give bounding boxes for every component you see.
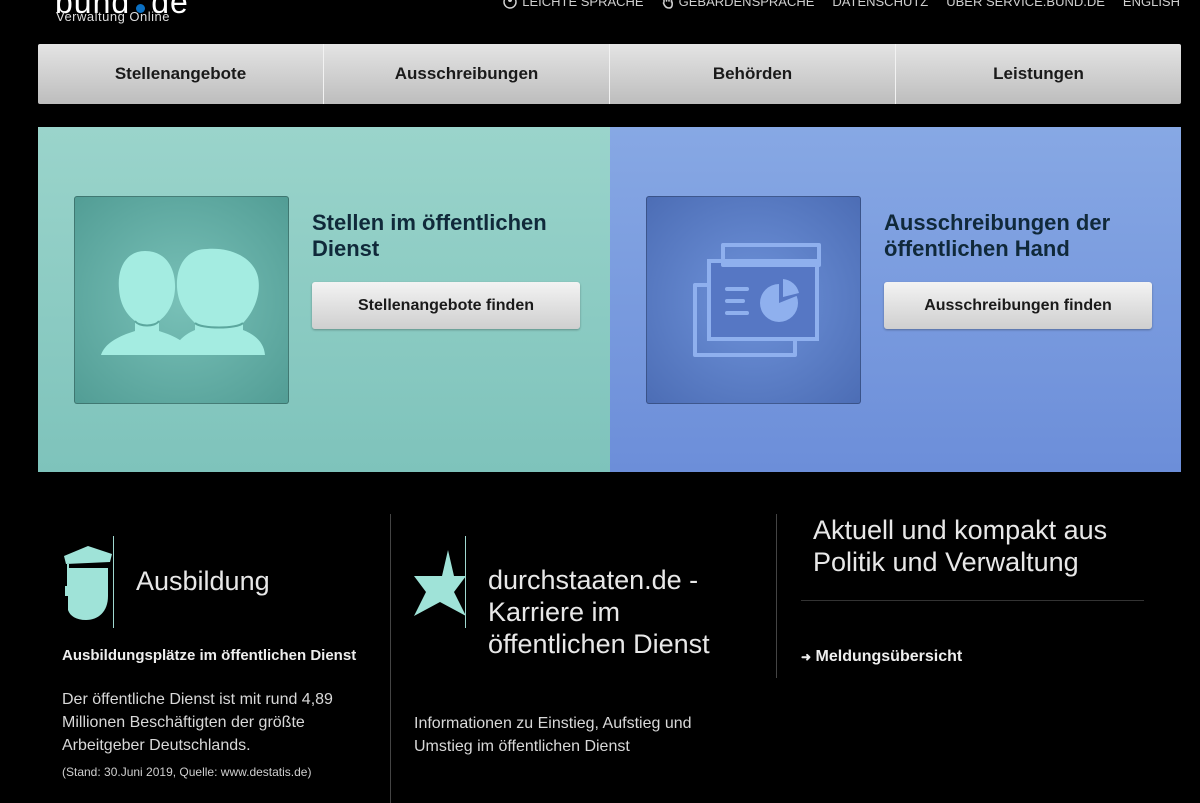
durchstaaten-title: durchstaaten.de - Karriere im öffentlich… bbox=[488, 565, 710, 659]
ausschreibungen-tile[interactable] bbox=[646, 196, 861, 404]
nav-leichte-sprache-label: LEICHTE SPRACHE bbox=[522, 0, 644, 9]
nav-ueber-service[interactable]: ÜBER SERVICE.BUND.DE bbox=[946, 0, 1105, 9]
logo-subtitle: Verwaltung Online bbox=[56, 9, 171, 24]
people-icon bbox=[101, 248, 265, 355]
tab-ausschreibungen[interactable]: Ausschreibungen bbox=[324, 44, 610, 104]
ausbildung-teaser[interactable]: Ausbildung Ausbildungsplätze im öffentli… bbox=[62, 514, 382, 794]
presentation-icon bbox=[693, 243, 821, 357]
ausbildung-accent-line bbox=[113, 536, 114, 628]
ausbildung-text: Der öffentliche Dienst ist mit rund 4,89… bbox=[62, 691, 333, 754]
nav-gebaerdensprache-label: GEBÄRDENSPRACHE bbox=[678, 0, 815, 9]
hero-ausschreibungen: Ausschreibungen der öffentlichen Hand Au… bbox=[610, 127, 1181, 472]
nav-english[interactable]: ENGLISH bbox=[1123, 0, 1180, 9]
nav-datenschutz[interactable]: DATENSCHUTZ bbox=[832, 0, 928, 9]
star-icon bbox=[414, 550, 466, 616]
stellenangebote-finden-button[interactable]: Stellenangebote finden bbox=[312, 282, 580, 329]
ausschreibungen-finden-button[interactable]: Ausschreibungen finden bbox=[884, 282, 1152, 329]
stellen-tile[interactable] bbox=[74, 196, 289, 404]
leichte-sprache-icon bbox=[503, 0, 517, 9]
hero-stellen: Stellen im öffentlichen Dienst Stellenan… bbox=[38, 127, 610, 472]
site-logo[interactable]: bund de Verwaltung Online bbox=[55, 0, 189, 23]
arrow-right-icon: ➜ bbox=[801, 650, 812, 664]
graduate-icon bbox=[64, 546, 112, 620]
hero-ausschreibungen-title: Ausschreibungen der öffentlichen Hand bbox=[884, 210, 1111, 261]
aktuell-teaser: Aktuell und kompakt aus Politik und Verw… bbox=[801, 514, 1161, 714]
durchstaaten-teaser[interactable]: durchstaaten.de - Karriere im öffentlich… bbox=[414, 514, 734, 794]
ausbildung-subtitle: Ausbildungsplätze im öffentlichen Dienst bbox=[62, 647, 357, 664]
hero-stellen-title: Stellen im öffentlichen Dienst bbox=[312, 210, 547, 261]
aktuell-title: Aktuell und kompakt aus Politik und Verw… bbox=[813, 515, 1108, 577]
service-nav: LEICHTE SPRACHE GEBÄRDENSPRACHE DATENSCH… bbox=[503, 0, 1180, 9]
ausbildung-source: (Stand: 30.Juni 2019, Quelle: www.destat… bbox=[62, 765, 312, 779]
column-divider-1 bbox=[390, 514, 391, 803]
meldungsuebersicht-label: Meldungsübersicht bbox=[815, 648, 963, 665]
column-divider-2 bbox=[776, 514, 777, 678]
tab-behoerden[interactable]: Behörden bbox=[610, 44, 896, 104]
aktuell-separator bbox=[801, 600, 1144, 601]
nav-leichte-sprache[interactable]: LEICHTE SPRACHE bbox=[503, 0, 644, 9]
hand-icon bbox=[662, 0, 673, 9]
main-nav: Stellenangebote Ausschreibungen Behörden… bbox=[38, 44, 1181, 104]
ausbildung-title: Ausbildung bbox=[136, 566, 270, 596]
meldungsuebersicht-link[interactable]: ➜ Meldungsübersicht bbox=[801, 648, 962, 666]
durchstaaten-text: Informationen zu Einstieg, Aufstieg und … bbox=[414, 715, 692, 755]
durchstaaten-accent-line bbox=[465, 536, 466, 628]
tab-leistungen[interactable]: Leistungen bbox=[896, 44, 1181, 104]
nav-gebaerdensprache[interactable]: GEBÄRDENSPRACHE bbox=[662, 0, 815, 9]
tab-stellenangebote[interactable]: Stellenangebote bbox=[38, 44, 324, 104]
